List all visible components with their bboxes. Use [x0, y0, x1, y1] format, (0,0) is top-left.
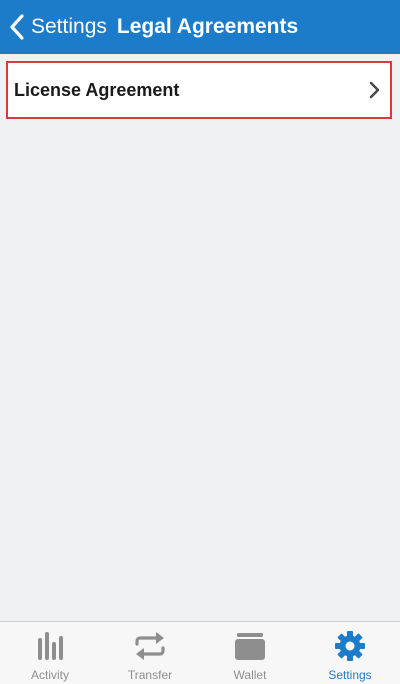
gear-icon — [335, 631, 365, 661]
wallet-icon — [235, 633, 265, 660]
back-button[interactable]: Settings — [0, 0, 107, 54]
back-button-label: Settings — [31, 15, 107, 38]
navigation-bar: Settings Legal Agreements — [0, 0, 400, 54]
transfer-arrows-icon — [135, 632, 165, 660]
chevron-left-icon — [10, 14, 24, 40]
bar-chart-icon — [38, 632, 63, 660]
license-agreement-row[interactable]: License Agreement — [6, 61, 392, 119]
main-content: License Agreement — [0, 54, 400, 621]
list-item-label: License Agreement — [14, 79, 180, 100]
tab-activity[interactable]: Activity — [0, 622, 100, 684]
tab-label: Transfer — [127, 668, 173, 682]
tab-settings[interactable]: Settings — [300, 622, 400, 684]
tab-transfer[interactable]: Transfer — [100, 622, 200, 684]
chevron-right-icon — [369, 81, 380, 99]
tab-label: Wallet — [233, 668, 267, 682]
app-screen: Settings Legal Agreements License Agreem… — [0, 0, 400, 684]
tab-label: Settings — [328, 668, 372, 682]
tab-bar: Activity Transfer Wallet Settings — [0, 621, 400, 684]
tab-label: Activity — [30, 668, 69, 682]
tab-wallet[interactable]: Wallet — [200, 622, 300, 684]
page-title: Legal Agreements — [116, 15, 299, 38]
